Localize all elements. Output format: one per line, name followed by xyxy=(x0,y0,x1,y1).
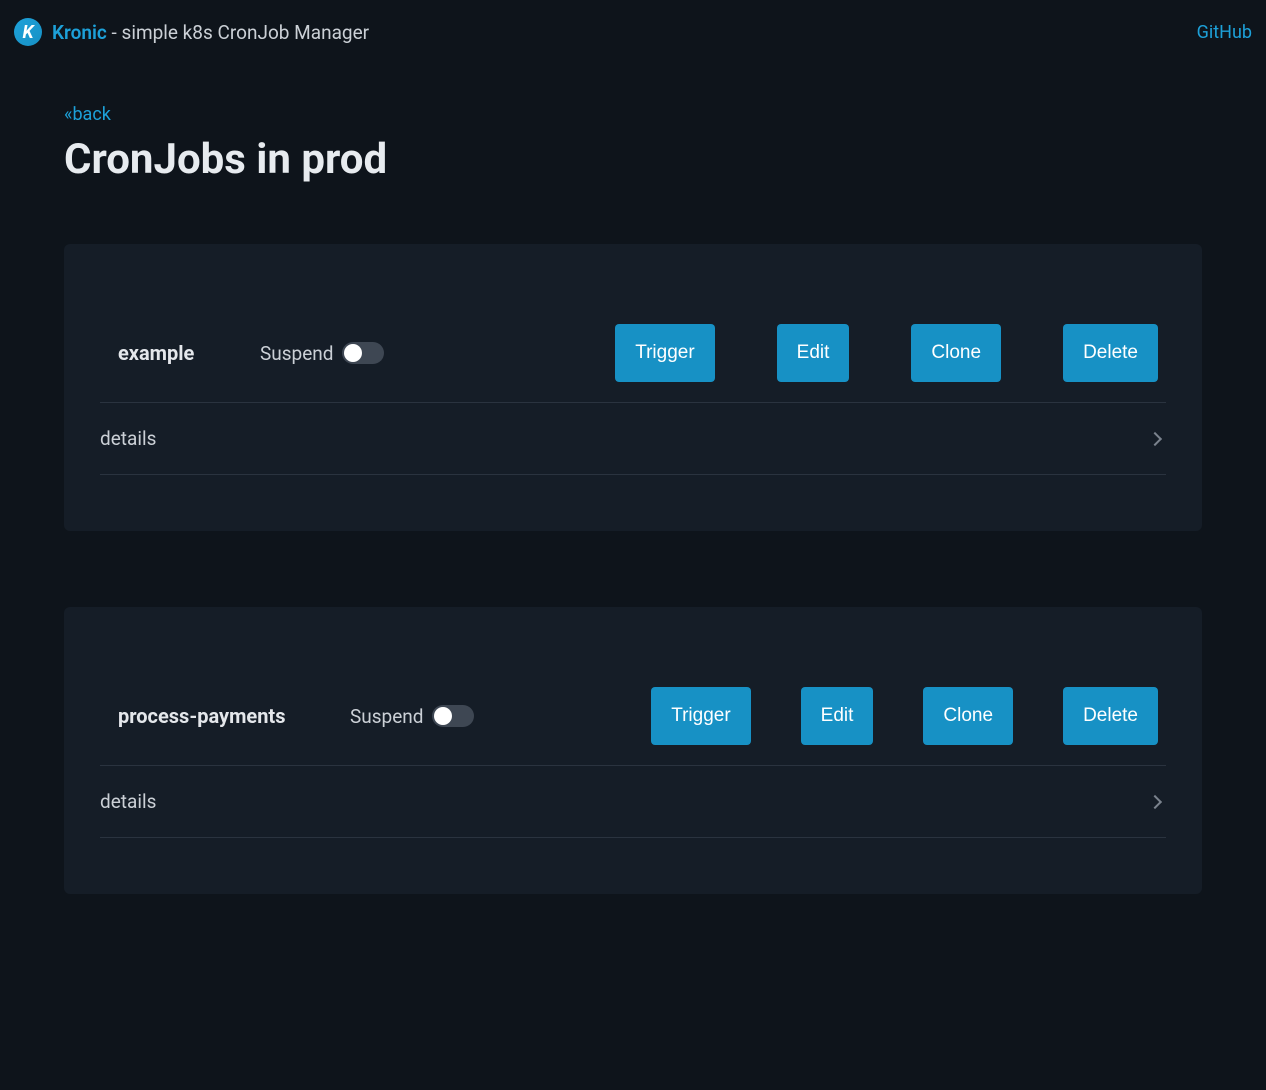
page-title: CronJobs in prod xyxy=(64,135,1202,184)
cronjob-actions: Trigger Edit Clone Delete xyxy=(615,324,1166,382)
github-link[interactable]: GitHub xyxy=(1197,22,1252,43)
app-title: Kronic - simple k8s CronJob Manager xyxy=(52,21,369,44)
toggle-knob xyxy=(434,707,452,725)
cronjob-card: process-payments Suspend Trigger Edit Cl… xyxy=(64,607,1202,894)
cronjob-name: process-payments xyxy=(100,704,350,728)
chevron-right-icon xyxy=(1148,794,1162,808)
clone-button[interactable]: Clone xyxy=(911,324,1001,382)
cronjob-card: example Suspend Trigger Edit Clone Delet… xyxy=(64,244,1202,531)
suspend-label: Suspend xyxy=(350,705,424,728)
header-left: K Kronic - simple k8s CronJob Manager xyxy=(14,18,369,46)
delete-button[interactable]: Delete xyxy=(1063,687,1158,745)
trigger-button[interactable]: Trigger xyxy=(651,687,750,745)
details-label: details xyxy=(100,790,156,813)
cronjob-actions: Trigger Edit Clone Delete xyxy=(651,687,1166,745)
delete-button[interactable]: Delete xyxy=(1063,324,1158,382)
details-label: details xyxy=(100,427,156,450)
back-link[interactable]: «back xyxy=(64,104,111,125)
details-row[interactable]: details xyxy=(100,766,1166,838)
clone-button[interactable]: Clone xyxy=(923,687,1013,745)
details-row[interactable]: details xyxy=(100,403,1166,475)
brand-separator: - xyxy=(107,21,122,44)
edit-button[interactable]: Edit xyxy=(801,687,874,745)
brand-tagline: simple k8s CronJob Manager xyxy=(122,21,370,44)
suspend-group: Suspend xyxy=(260,342,384,365)
suspend-label: Suspend xyxy=(260,342,334,365)
brand-name: Kronic xyxy=(52,21,107,44)
suspend-toggle[interactable] xyxy=(432,705,474,727)
suspend-group: Suspend xyxy=(350,705,474,728)
toggle-knob xyxy=(344,344,362,362)
cronjob-name: example xyxy=(100,341,260,365)
logo-icon: K xyxy=(14,18,42,46)
suspend-toggle[interactable] xyxy=(342,342,384,364)
cronjob-header-row: example Suspend Trigger Edit Clone Delet… xyxy=(100,324,1166,403)
header: K Kronic - simple k8s CronJob Manager Gi… xyxy=(0,0,1266,64)
edit-button[interactable]: Edit xyxy=(777,324,850,382)
trigger-button[interactable]: Trigger xyxy=(615,324,714,382)
cronjob-header-row: process-payments Suspend Trigger Edit Cl… xyxy=(100,687,1166,766)
chevron-right-icon xyxy=(1148,431,1162,445)
content: «back CronJobs in prod example Suspend T… xyxy=(0,64,1266,1010)
